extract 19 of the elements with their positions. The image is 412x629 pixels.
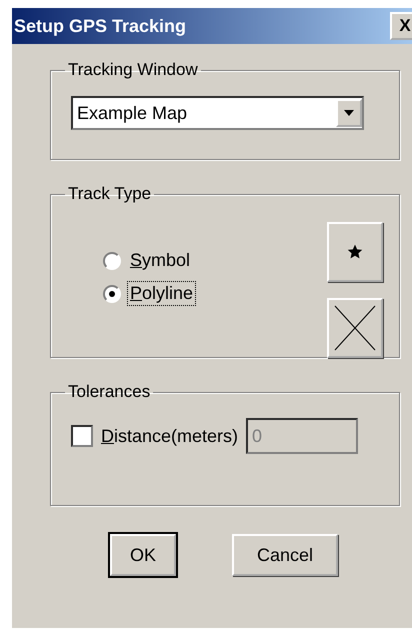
caret-icon xyxy=(344,110,354,116)
ok-button[interactable]: OK xyxy=(110,534,176,576)
cancel-button[interactable]: Cancel xyxy=(232,534,338,576)
style-button[interactable] xyxy=(327,298,383,358)
map-dropdown[interactable]: Example Map xyxy=(71,96,364,130)
star-icon xyxy=(347,244,363,260)
radio-button[interactable] xyxy=(103,284,121,302)
group-label: Tracking Window xyxy=(67,60,199,80)
group-label: Track Type xyxy=(67,184,152,204)
radio-label[interactable]: Symbol xyxy=(127,248,194,273)
window-title: Setup GPS Tracking xyxy=(14,16,186,36)
style-button[interactable] xyxy=(327,222,383,282)
dropdown-value: Example Map xyxy=(77,102,188,124)
group-label: Tolerances xyxy=(67,382,152,402)
dropdown-button[interactable] xyxy=(336,99,362,127)
radio-label[interactable]: Polyline xyxy=(127,281,196,306)
cross-icon xyxy=(333,304,377,352)
radio-button[interactable] xyxy=(103,252,121,270)
close-button[interactable]: X xyxy=(390,12,412,40)
